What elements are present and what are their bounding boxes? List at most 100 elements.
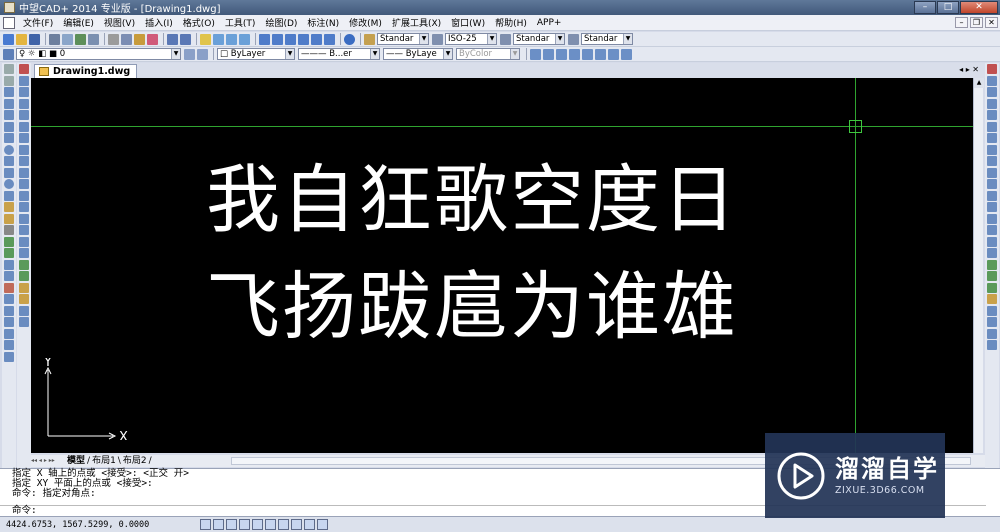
calculator-icon[interactable] [324, 33, 335, 45]
dim-arc-length-icon[interactable] [987, 98, 997, 109]
vertical-scrollbar[interactable]: ▲ [973, 78, 984, 453]
erase-right-icon[interactable] [987, 64, 997, 74]
point-icon[interactable] [4, 225, 14, 235]
revision-cloud-icon[interactable] [4, 156, 14, 166]
dim-text-edit-icon[interactable] [987, 271, 997, 281]
view-right-icon[interactable] [569, 48, 580, 60]
dim-reassociate-icon[interactable] [987, 340, 997, 350]
object-snap-icon[interactable] [252, 519, 263, 530]
explode-icon[interactable] [19, 248, 29, 258]
multileader-icon[interactable] [987, 317, 997, 327]
snap-mode-icon[interactable] [200, 519, 211, 530]
model-space-icon[interactable] [317, 519, 328, 530]
view-iso-sw-icon[interactable] [582, 48, 593, 60]
layer-manager-icon[interactable] [3, 48, 14, 60]
trim-icon[interactable] [19, 167, 29, 178]
make-current-layer-icon[interactable] [184, 48, 195, 60]
polygon-icon[interactable] [4, 110, 14, 120]
make-block-icon[interactable] [4, 213, 14, 224]
grid-display-icon[interactable] [213, 519, 224, 530]
mirror-icon[interactable] [19, 87, 29, 97]
match-properties-icon[interactable] [147, 33, 158, 45]
solid-icon[interactable] [4, 351, 14, 362]
view-iso-ne-icon[interactable] [608, 48, 619, 60]
erase-icon[interactable] [19, 64, 29, 74]
spline-icon[interactable] [4, 167, 14, 178]
arc-icon[interactable] [4, 133, 14, 143]
edit-text-icon[interactable] [19, 294, 29, 304]
circle-icon[interactable] [4, 144, 14, 155]
scale-icon[interactable] [19, 144, 29, 155]
cut-icon[interactable] [108, 33, 119, 45]
doc-close-button[interactable]: ✕ [985, 17, 998, 28]
object-snap-tracking-icon[interactable] [265, 519, 276, 530]
tab-model[interactable]: 模型 [65, 455, 87, 467]
menu-file[interactable]: 文件(F) [18, 16, 58, 29]
dim-continue-icon[interactable] [987, 190, 997, 201]
donut-icon[interactable] [4, 305, 14, 316]
doc-minimize-button[interactable]: – [955, 17, 968, 28]
menu-tools[interactable]: 工具(T) [220, 16, 261, 29]
inspection-icon[interactable] [987, 248, 997, 258]
dim-override-icon[interactable] [987, 328, 997, 339]
wipeout-icon[interactable] [4, 294, 14, 304]
dim-aligned-icon[interactable] [987, 87, 997, 97]
undo-icon[interactable] [167, 33, 178, 45]
dim-edit-icon[interactable] [987, 259, 997, 270]
design-center-icon[interactable] [272, 33, 283, 45]
minimize-button[interactable]: – [914, 1, 936, 14]
insert-block-icon[interactable] [4, 202, 14, 212]
offset-icon[interactable] [19, 98, 29, 109]
lengthen-icon[interactable] [19, 305, 29, 316]
view-top-icon[interactable] [543, 48, 554, 60]
zoom-window-icon[interactable] [226, 33, 237, 45]
edit-polyline-icon[interactable] [19, 259, 29, 270]
align-icon[interactable] [19, 317, 29, 327]
move-icon[interactable] [19, 121, 29, 132]
dim-update-icon[interactable] [987, 282, 997, 293]
rotate-icon[interactable] [19, 133, 29, 143]
zoom-realtime-icon[interactable] [213, 33, 224, 45]
dim-baseline-icon[interactable] [987, 179, 997, 189]
multiline-text-icon[interactable] [4, 282, 14, 293]
edit-spline-icon[interactable] [19, 271, 29, 281]
lineweight-display-icon[interactable] [304, 519, 315, 530]
table-icon[interactable] [4, 271, 14, 281]
dim-jogged-icon[interactable] [987, 133, 997, 143]
maximize-button[interactable]: □ [937, 1, 959, 14]
join-icon[interactable] [19, 213, 29, 224]
lineweight-select[interactable]: —— ByLaye ▼ [383, 48, 453, 60]
paste-icon[interactable] [134, 33, 145, 45]
layer-previous-icon[interactable] [197, 48, 208, 60]
break-icon[interactable] [19, 202, 29, 212]
menu-edit[interactable]: 编辑(E) [58, 16, 99, 29]
doc-restore-button[interactable]: ❐ [970, 17, 983, 28]
break-at-point-icon[interactable] [19, 190, 29, 201]
table-style-select[interactable]: Standar ▼ [513, 33, 565, 45]
view-iso-se-icon[interactable] [595, 48, 606, 60]
document-tab[interactable]: Drawing1.dwg [34, 64, 138, 78]
center-mark-icon[interactable] [987, 236, 997, 247]
tool-palettes-icon[interactable] [285, 33, 296, 45]
multileader-style-select[interactable]: Standar ▼ [581, 33, 633, 45]
dim-diameter-icon[interactable] [987, 144, 997, 155]
chamfer-icon[interactable] [19, 225, 29, 235]
ray-icon[interactable] [4, 75, 14, 86]
publish-icon[interactable] [75, 33, 86, 45]
dim-radius-icon[interactable] [987, 121, 997, 132]
tab-layout1[interactable]: 布局1 [90, 455, 118, 467]
redo-icon[interactable] [180, 33, 191, 45]
hatch-icon[interactable] [4, 236, 14, 247]
zoom-previous-icon[interactable] [239, 33, 250, 45]
region-icon[interactable] [4, 259, 14, 270]
gradient-icon[interactable] [4, 248, 14, 258]
edit-hatch-icon[interactable] [19, 282, 29, 293]
dim-style-select[interactable]: ISO-25 ▼ [445, 33, 497, 45]
copy-icon[interactable] [121, 33, 132, 45]
sketch-icon[interactable] [4, 340, 14, 350]
dynamic-input-icon[interactable] [291, 519, 302, 530]
dim-ordinate-icon[interactable] [987, 110, 997, 120]
dim-space-icon[interactable] [987, 202, 997, 212]
ellipse-icon[interactable] [4, 179, 14, 189]
polar-tracking-icon[interactable] [239, 519, 250, 530]
